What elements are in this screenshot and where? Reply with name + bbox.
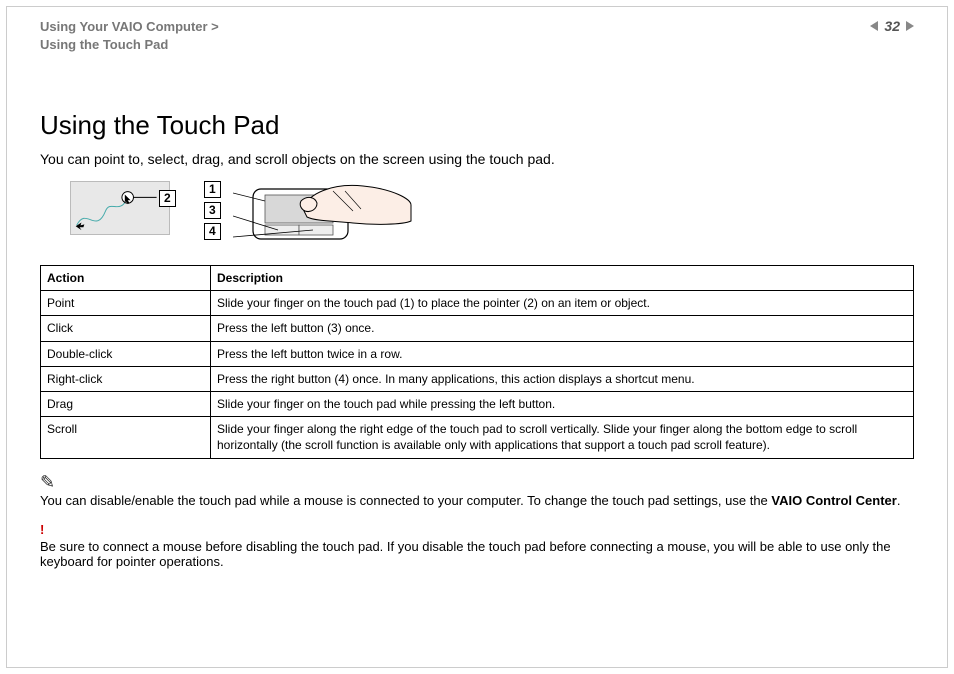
page-title: Using the Touch Pad [40,110,914,141]
action-cell: Double-click [41,341,211,366]
note-warning-text: Be sure to connect a mouse before disabl… [40,539,914,569]
table-header-action: Action [41,266,211,291]
callout-4: 4 [204,223,221,240]
table-row: Double-click Press the left button twice… [41,341,914,366]
note-tip-part-a: You can disable/enable the touch pad whi… [40,493,771,508]
pencil-icon: ✎ [40,472,55,492]
chevron-left-icon[interactable] [870,21,878,31]
desc-cell: Press the left button (3) once. [211,316,914,341]
table-row: Drag Slide your finger on the touch pad … [41,391,914,416]
warning-icon: ! [40,522,44,537]
callout-3: 3 [204,202,221,219]
table-row: Click Press the left button (3) once. [41,316,914,341]
touchpad-diagram [233,181,413,251]
note-tip-part-b: . [897,493,901,508]
table-header-description: Description [211,266,914,291]
table-row: Right-click Press the right button (4) o… [41,366,914,391]
callout-column: 1 3 4 [204,181,221,240]
intro-text: You can point to, select, drag, and scro… [40,151,914,167]
note-tip-bold: VAIO Control Center [771,493,896,508]
note-warning: ! Be sure to connect a mouse before disa… [40,522,914,569]
action-cell: Drag [41,391,211,416]
page-content: Using the Touch Pad You can point to, se… [40,110,914,569]
desc-cell: Press the right button (4) once. In many… [211,366,914,391]
desc-cell: Press the left button twice in a row. [211,341,914,366]
breadcrumb-line2: Using the Touch Pad [40,36,219,54]
note-tip-text: You can disable/enable the touch pad whi… [40,493,914,508]
actions-table: Action Description Point Slide your fing… [40,265,914,459]
action-cell: Point [41,291,211,316]
table-row: Point Slide your finger on the touch pad… [41,291,914,316]
pager: 32 [870,18,914,34]
chevron-right-icon[interactable] [906,21,914,31]
breadcrumb-line1: Using Your VAIO Computer > [40,19,219,34]
breadcrumb: Using Your VAIO Computer > Using the Tou… [40,18,219,54]
desc-cell: Slide your finger along the right edge o… [211,417,914,458]
table-row: Scroll Slide your finger along the right… [41,417,914,458]
desc-cell: Slide your finger on the touch pad while… [211,391,914,416]
action-cell: Click [41,316,211,341]
table-header-row: Action Description [41,266,914,291]
page-header: Using Your VAIO Computer > Using the Tou… [40,18,914,54]
action-cell: Right-click [41,366,211,391]
action-cell: Scroll [41,417,211,458]
desc-cell: Slide your finger on the touch pad (1) t… [211,291,914,316]
callout-2: 2 [159,190,176,207]
page-number: 32 [884,18,900,34]
callout-1: 1 [204,181,221,198]
diagram-row: 2 1 3 4 [70,181,914,251]
pointer-diagram: 2 [70,181,170,235]
note-tip: ✎ You can disable/enable the touch pad w… [40,473,914,508]
